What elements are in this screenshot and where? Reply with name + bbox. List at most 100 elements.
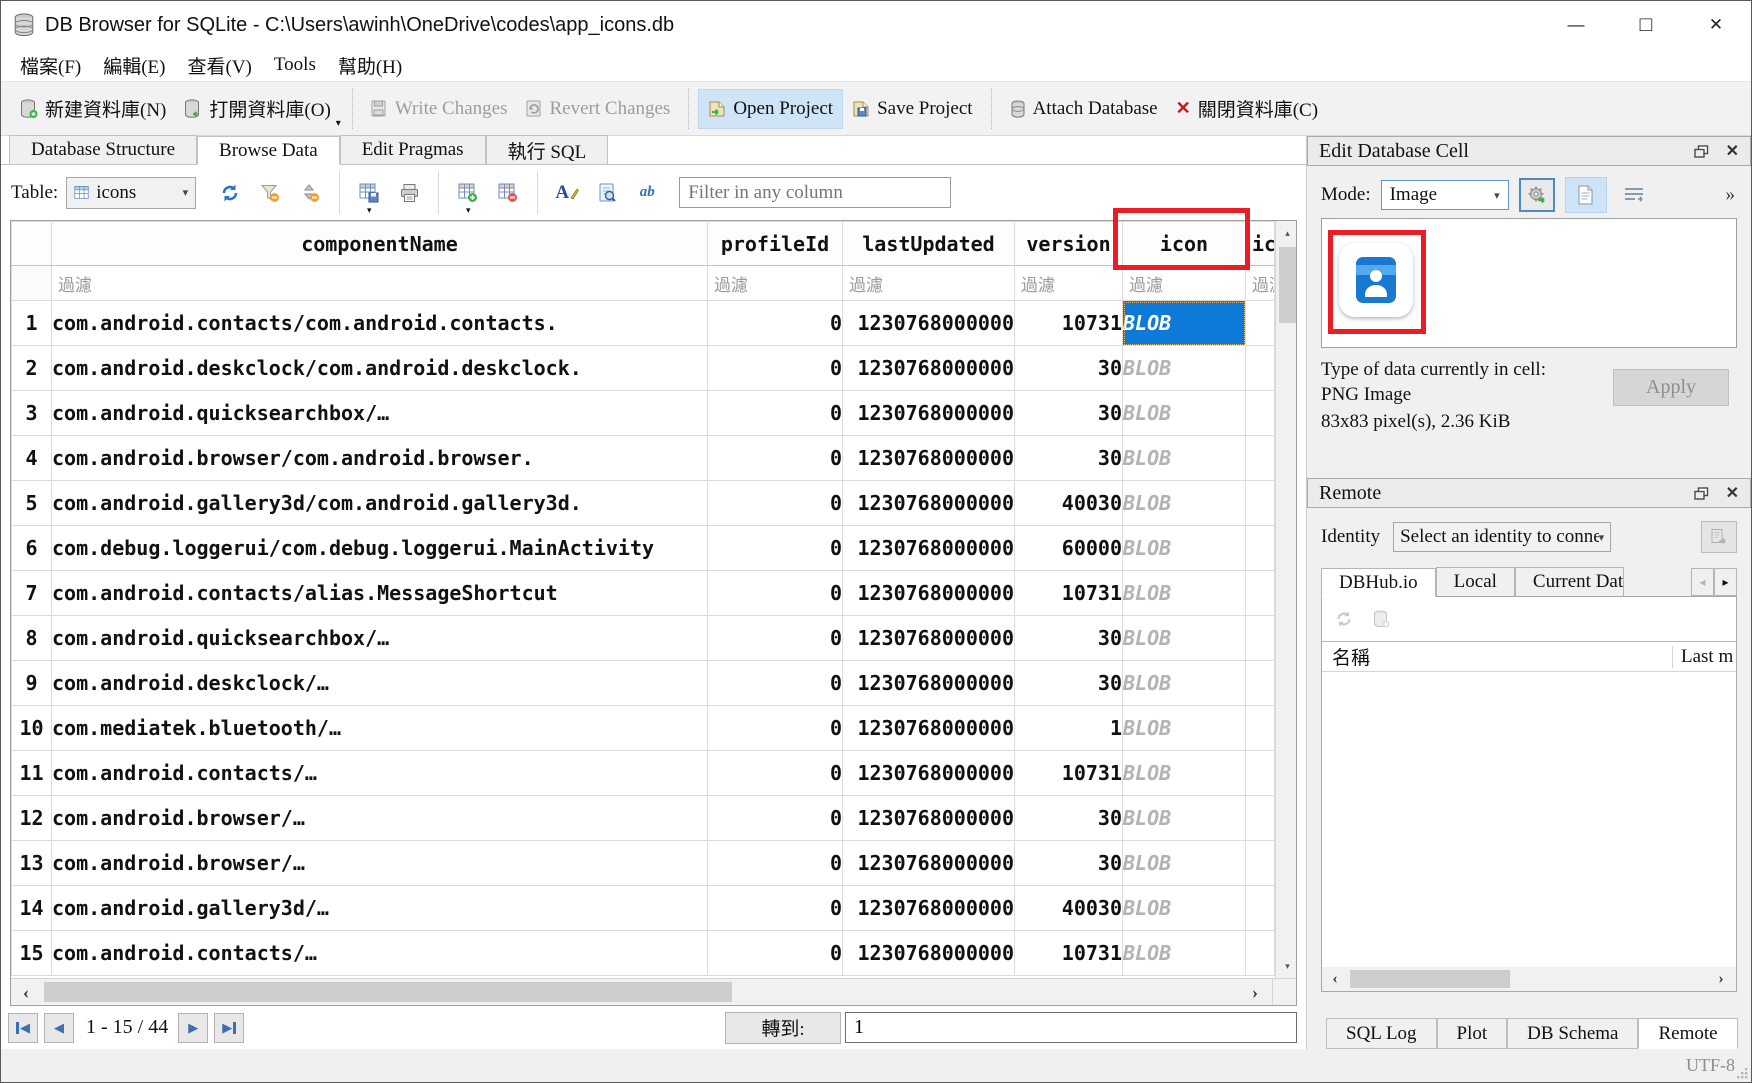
find-in-table-button[interactable] bbox=[590, 176, 624, 210]
cell-clipped[interactable] bbox=[1246, 706, 1275, 751]
open-database-button[interactable]: 打開資料庫(O) bbox=[175, 87, 339, 130]
cell-profileid[interactable]: 0 bbox=[708, 931, 843, 976]
attach-database-button[interactable]: Attach Database bbox=[1001, 90, 1167, 128]
cell-version[interactable]: 30 bbox=[1015, 436, 1123, 481]
cell-profileid[interactable]: 0 bbox=[708, 661, 843, 706]
tab-scroll-left-icon[interactable]: ◂ bbox=[1691, 568, 1714, 596]
cell-icon-blob[interactable]: BLOB bbox=[1123, 526, 1246, 571]
cell-version[interactable]: 10731 bbox=[1015, 301, 1123, 346]
filter-cell-componentname[interactable]: 過濾 bbox=[52, 266, 708, 301]
maximize-button[interactable]: □ bbox=[1611, 1, 1681, 49]
identity-select[interactable]: Select an identity to conne ▾ bbox=[1393, 522, 1611, 552]
minimize-button[interactable]: — bbox=[1541, 1, 1611, 49]
scroll-right-icon[interactable]: › bbox=[1708, 967, 1734, 991]
float-panel-icon[interactable] bbox=[1694, 487, 1709, 500]
previous-record-button[interactable]: ◀ bbox=[44, 1013, 74, 1043]
tab-execute-sql[interactable]: 執行 SQL bbox=[486, 135, 609, 164]
cell-componentname[interactable]: com.android.deskclock/… bbox=[52, 661, 708, 706]
insert-record-button[interactable]: ▾ bbox=[451, 176, 485, 210]
cell-lastupdated[interactable]: 1230768000000 bbox=[843, 706, 1015, 751]
cell-profileid[interactable]: 0 bbox=[708, 841, 843, 886]
cell-profileid[interactable]: 0 bbox=[708, 436, 843, 481]
cell-icon-blob[interactable]: BLOB bbox=[1123, 751, 1246, 796]
cell-componentname[interactable]: com.android.browser/… bbox=[52, 796, 708, 841]
cell-componentname[interactable]: com.android.contacts/… bbox=[52, 931, 708, 976]
cell-lastupdated[interactable]: 1230768000000 bbox=[843, 391, 1015, 436]
cell-icon-blob[interactable]: BLOB bbox=[1123, 346, 1246, 391]
cell-lastupdated[interactable]: 1230768000000 bbox=[843, 931, 1015, 976]
tab-dbhub[interactable]: DBHub.io bbox=[1321, 568, 1436, 597]
column-header-profileid[interactable]: profileId bbox=[708, 222, 843, 266]
cell-version[interactable]: 10731 bbox=[1015, 571, 1123, 616]
open-database-dropdown-icon[interactable]: ▾ bbox=[336, 118, 341, 129]
cell-lastupdated[interactable]: 1230768000000 bbox=[843, 796, 1015, 841]
close-panel-icon[interactable]: ✕ bbox=[1726, 483, 1739, 503]
close-panel-icon[interactable]: ✕ bbox=[1726, 141, 1739, 161]
table-select[interactable]: icons ▾ bbox=[66, 177, 196, 209]
cell-clipped[interactable] bbox=[1246, 616, 1275, 661]
scroll-left-icon[interactable]: ‹ bbox=[1322, 967, 1348, 991]
cell-version[interactable]: 1 bbox=[1015, 706, 1123, 751]
cell-lastupdated[interactable]: 1230768000000 bbox=[843, 301, 1015, 346]
cell-icon-blob[interactable]: BLOB bbox=[1123, 571, 1246, 616]
cell-icon-blob[interactable]: BLOB bbox=[1123, 661, 1246, 706]
cell-clipped[interactable] bbox=[1246, 481, 1275, 526]
tab-remote[interactable]: Remote bbox=[1638, 1018, 1737, 1049]
column-header-icon[interactable]: icon bbox=[1123, 222, 1246, 266]
cell-lastupdated[interactable]: 1230768000000 bbox=[843, 481, 1015, 526]
column-header-version[interactable]: version bbox=[1015, 222, 1123, 266]
cell-profileid[interactable]: 0 bbox=[708, 796, 843, 841]
cell-lastupdated[interactable]: 1230768000000 bbox=[843, 526, 1015, 571]
filter-cell-clipped[interactable]: 過濾 bbox=[1246, 266, 1275, 301]
filter-cell-version[interactable]: 過濾 bbox=[1015, 266, 1123, 301]
last-record-button[interactable]: ▶ bbox=[214, 1013, 244, 1043]
cell-profileid[interactable]: 0 bbox=[708, 616, 843, 661]
cell-clipped[interactable] bbox=[1246, 796, 1275, 841]
clone-database-button[interactable] bbox=[1701, 521, 1737, 553]
tab-db-schema[interactable]: DB Schema bbox=[1507, 1018, 1638, 1049]
replace-text-button[interactable]: ab bbox=[630, 176, 664, 210]
tab-current-database[interactable]: Current Dat bbox=[1515, 567, 1624, 596]
cell-profileid[interactable]: 0 bbox=[708, 481, 843, 526]
tab-database-structure[interactable]: Database Structure bbox=[9, 135, 197, 164]
tab-edit-pragmas[interactable]: Edit Pragmas bbox=[340, 135, 486, 164]
cell-lastupdated[interactable]: 1230768000000 bbox=[843, 661, 1015, 706]
tab-browse-data[interactable]: Browse Data bbox=[197, 136, 340, 165]
filter-cell-icon[interactable]: 過濾 bbox=[1123, 266, 1246, 301]
print-button[interactable] bbox=[392, 176, 426, 210]
cell-componentname[interactable]: com.android.quicksearchbox/… bbox=[52, 616, 708, 661]
cell-lastupdated[interactable]: 1230768000000 bbox=[843, 616, 1015, 661]
cell-clipped[interactable] bbox=[1246, 931, 1275, 976]
edit-font-button[interactable]: A bbox=[550, 176, 584, 210]
word-wrap-button[interactable] bbox=[1617, 178, 1651, 212]
cell-icon-blob[interactable]: BLOB bbox=[1123, 796, 1246, 841]
cell-componentname[interactable]: com.mediatek.bluetooth/… bbox=[52, 706, 708, 751]
cell-version[interactable]: 30 bbox=[1015, 616, 1123, 661]
column-header-componentname[interactable]: componentName bbox=[52, 222, 708, 266]
resize-grip-icon[interactable] bbox=[1736, 1067, 1749, 1080]
cell-clipped[interactable] bbox=[1246, 751, 1275, 796]
cell-icon-blob[interactable]: BLOB bbox=[1123, 931, 1246, 976]
menu-file[interactable]: 檔案(F) bbox=[9, 50, 92, 81]
cell-icon-blob[interactable]: BLOB bbox=[1123, 301, 1246, 346]
toolbar-overflow-icon[interactable]: » bbox=[1726, 184, 1738, 206]
delete-record-button[interactable] bbox=[491, 176, 525, 210]
cell-icon-blob[interactable]: BLOB bbox=[1123, 391, 1246, 436]
cell-version[interactable]: 30 bbox=[1015, 796, 1123, 841]
cell-profileid[interactable]: 0 bbox=[708, 301, 843, 346]
cell-clipped[interactable] bbox=[1246, 886, 1275, 931]
cell-version[interactable]: 30 bbox=[1015, 841, 1123, 886]
cell-version[interactable]: 10731 bbox=[1015, 751, 1123, 796]
cell-profileid[interactable]: 0 bbox=[708, 526, 843, 571]
cell-lastupdated[interactable]: 1230768000000 bbox=[843, 436, 1015, 481]
cell-clipped[interactable] bbox=[1246, 346, 1275, 391]
vertical-scrollbar[interactable]: ▴ ▾ bbox=[1275, 221, 1296, 978]
tab-local[interactable]: Local bbox=[1436, 567, 1515, 596]
cell-version[interactable]: 30 bbox=[1015, 391, 1123, 436]
list-scrollbar-thumb[interactable] bbox=[1350, 970, 1510, 988]
goto-button[interactable]: 轉到: bbox=[725, 1012, 841, 1044]
cell-icon-blob[interactable]: BLOB bbox=[1123, 616, 1246, 661]
cell-icon-blob[interactable]: BLOB bbox=[1123, 481, 1246, 526]
filter-cell-lastupdated[interactable]: 過濾 bbox=[843, 266, 1015, 301]
cell-version[interactable]: 40030 bbox=[1015, 481, 1123, 526]
